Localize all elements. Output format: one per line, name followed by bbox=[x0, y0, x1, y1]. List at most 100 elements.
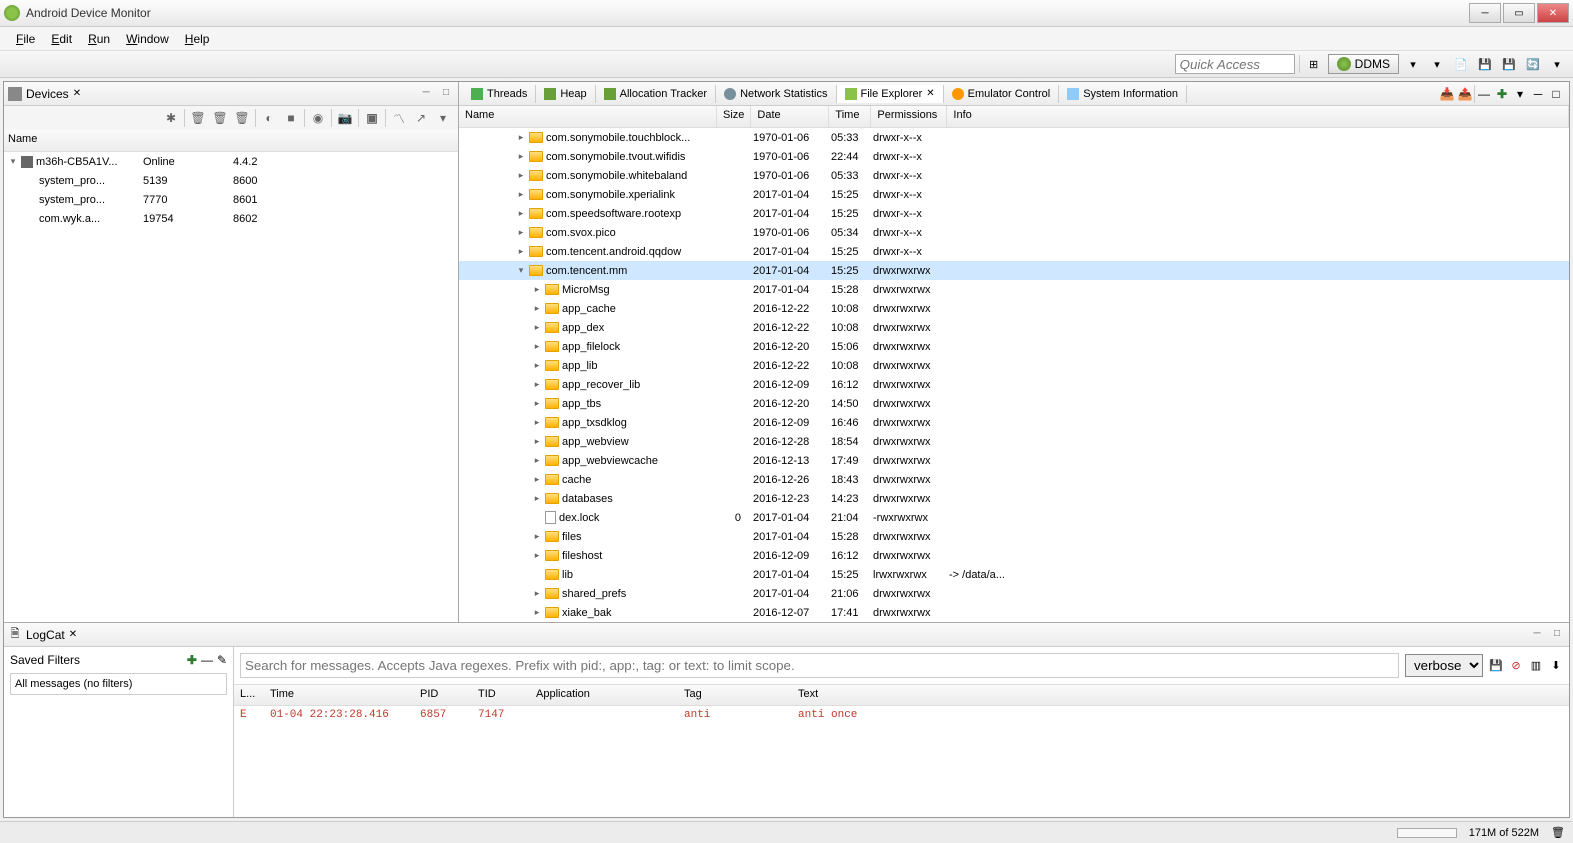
device-row[interactable]: system_pro...51398600 bbox=[4, 171, 458, 190]
verbose-select[interactable]: verbose bbox=[1405, 654, 1483, 677]
col-time[interactable]: Time bbox=[264, 685, 414, 705]
quick-access-input[interactable] bbox=[1175, 54, 1295, 74]
delete-icon[interactable]: — bbox=[1475, 85, 1493, 103]
toolbar-icon-3[interactable]: 📄 bbox=[1451, 54, 1471, 74]
gc-icon[interactable]: ◉ bbox=[309, 109, 327, 127]
tab-heap[interactable]: Heap bbox=[536, 85, 595, 103]
file-row[interactable]: ▸app_txsdklog2016-12-0916:46drwxrwxrwx bbox=[459, 413, 1569, 432]
file-row[interactable]: ▸app_dex2016-12-2210:08drwxrwxrwx bbox=[459, 318, 1569, 337]
minimize-icon[interactable]: ─ bbox=[1529, 85, 1547, 103]
logcat-search-input[interactable] bbox=[240, 653, 1399, 678]
device-row[interactable]: com.wyk.a...197548602 bbox=[4, 209, 458, 228]
col-c[interactable] bbox=[229, 130, 319, 151]
file-row[interactable]: dex.lock02017-01-0421:04-rwxrwxrwx bbox=[459, 508, 1569, 527]
tab-system-information[interactable]: System Information bbox=[1059, 85, 1187, 103]
file-row[interactable]: ▸app_cache2016-12-2210:08drwxrwxrwx bbox=[459, 299, 1569, 318]
col-tag[interactable]: Tag bbox=[678, 685, 792, 705]
remove-filter-icon[interactable]: — bbox=[201, 653, 213, 667]
log-row[interactable]: E01-04 22:23:28.41668577147antianti once bbox=[234, 706, 1569, 726]
file-row[interactable]: ▸app_filelock2016-12-2015:06drwxrwxrwx bbox=[459, 337, 1569, 356]
trace-icon[interactable]: ↗ bbox=[412, 109, 430, 127]
menu-file[interactable]: File bbox=[8, 30, 43, 48]
device-row[interactable]: ▾m36h-CB5A1V...Online4.4.2 bbox=[4, 152, 458, 171]
file-row[interactable]: ▸MicroMsg2017-01-0415:28drwxrwxrwx bbox=[459, 280, 1569, 299]
trash-icon[interactable]: 🗑 bbox=[1551, 826, 1565, 839]
file-row[interactable]: ▸com.speedsoftware.rootexp2017-01-0415:2… bbox=[459, 204, 1569, 223]
col-tid[interactable]: TID bbox=[472, 685, 530, 705]
col-app[interactable]: Application bbox=[530, 685, 678, 705]
toolbar-icon-1[interactable]: ▾ bbox=[1403, 54, 1423, 74]
file-row[interactable]: ▸com.sonymobile.tvout.wifidis1970-01-062… bbox=[459, 147, 1569, 166]
file-row[interactable]: ▸shared_prefs2017-01-0421:06drwxrwxrwx bbox=[459, 584, 1569, 603]
minimize-button[interactable]: ─ bbox=[1469, 3, 1501, 23]
file-row[interactable]: ▸com.sonymobile.whitebaland1970-01-0605:… bbox=[459, 166, 1569, 185]
file-row[interactable]: lib2017-01-0415:25lrwxrwxrwx-> /data/a..… bbox=[459, 565, 1569, 584]
scroll-lock-icon[interactable]: ⬇ bbox=[1549, 659, 1563, 673]
file-row[interactable]: ▸app_recover_lib2016-12-0916:12drwxrwxrw… bbox=[459, 375, 1569, 394]
minimize-logcat-icon[interactable]: ─ bbox=[1529, 628, 1545, 642]
devices-close-icon[interactable]: ✕ bbox=[73, 88, 81, 99]
toolbar-icon-5[interactable]: 💾 bbox=[1499, 54, 1519, 74]
debug-icon[interactable]: ✱ bbox=[162, 109, 180, 127]
file-row[interactable]: ▸app_webviewcache2016-12-1317:49drwxrwxr… bbox=[459, 451, 1569, 470]
file-row[interactable]: ▸fileshost2016-12-0916:12drwxrwxrwx bbox=[459, 546, 1569, 565]
col-date[interactable]: Date bbox=[751, 106, 829, 127]
menu-edit[interactable]: Edit bbox=[43, 30, 80, 48]
file-row[interactable]: ▸files2017-01-0415:28drwxrwxrwx bbox=[459, 527, 1569, 546]
menu-window[interactable]: Window bbox=[118, 30, 177, 48]
heap-icon[interactable]: 🗑 bbox=[189, 109, 207, 127]
col-pid[interactable]: PID bbox=[414, 685, 472, 705]
col-level[interactable]: L... bbox=[234, 685, 264, 705]
file-row[interactable]: ▸xiake_bak2016-12-0717:41drwxrwxrwx bbox=[459, 603, 1569, 622]
toolbar-icon-4[interactable]: 💾 bbox=[1475, 54, 1495, 74]
menu-icon[interactable]: ▾ bbox=[434, 109, 452, 127]
col-text[interactable]: Text bbox=[792, 685, 1569, 705]
col-name[interactable]: Name bbox=[459, 106, 717, 127]
file-row[interactable]: ▸app_lib2016-12-2210:08drwxrwxrwx bbox=[459, 356, 1569, 375]
col-info[interactable]: Info bbox=[947, 106, 1569, 127]
minimize-view-icon[interactable]: ─ bbox=[418, 87, 434, 101]
device-row[interactable]: system_pro...77708601 bbox=[4, 190, 458, 209]
col-size[interactable]: Size bbox=[717, 106, 751, 127]
push-file-icon[interactable]: 📤 bbox=[1456, 85, 1474, 103]
col-perm[interactable]: Permissions bbox=[871, 106, 947, 127]
file-row[interactable]: ▸app_tbs2016-12-2014:50drwxrwxrwx bbox=[459, 394, 1569, 413]
view-menu-icon[interactable]: ▾ bbox=[1511, 85, 1529, 103]
threads-icon[interactable]: 🗑 bbox=[233, 109, 251, 127]
close-button[interactable]: ✕ bbox=[1537, 3, 1569, 23]
new-folder-icon[interactable]: ✚ bbox=[1493, 85, 1511, 103]
col-name[interactable]: Name bbox=[4, 130, 139, 151]
toolbar-icon-6[interactable]: 🔄 bbox=[1523, 54, 1543, 74]
systrace-icon[interactable]: 〽 bbox=[390, 109, 408, 127]
col-b[interactable] bbox=[139, 130, 229, 151]
col-time[interactable]: Time bbox=[829, 106, 871, 127]
edit-filter-icon[interactable]: ✎ bbox=[217, 653, 227, 667]
maximize-icon[interactable]: □ bbox=[1547, 85, 1565, 103]
file-row[interactable]: ▸com.sonymobile.touchblock...1970-01-060… bbox=[459, 128, 1569, 147]
perspective-ddms[interactable]: DDMS bbox=[1328, 54, 1399, 74]
file-row[interactable]: ▸databases2016-12-2314:23drwxrwxrwx bbox=[459, 489, 1569, 508]
file-row[interactable]: ▾com.tencent.mm2017-01-0415:25drwxrwxrwx bbox=[459, 261, 1569, 280]
filter-item[interactable]: All messages (no filters) bbox=[10, 673, 227, 695]
tab-allocation-tracker[interactable]: Allocation Tracker bbox=[596, 85, 716, 103]
add-filter-icon[interactable]: ✚ bbox=[187, 653, 197, 667]
maximize-view-icon[interactable]: □ bbox=[438, 87, 454, 101]
display-filters-icon[interactable]: ▥ bbox=[1529, 659, 1543, 673]
file-row[interactable]: ▸com.sonymobile.xperialink2017-01-0415:2… bbox=[459, 185, 1569, 204]
file-row[interactable]: ▸app_webview2016-12-2818:54drwxrwxrwx bbox=[459, 432, 1569, 451]
capture-icon[interactable]: ▣ bbox=[363, 109, 381, 127]
save-log-icon[interactable]: 💾 bbox=[1489, 659, 1503, 673]
menu-run[interactable]: Run bbox=[80, 30, 118, 48]
maximize-button[interactable]: ▭ bbox=[1503, 3, 1535, 23]
menu-help[interactable]: Help bbox=[177, 30, 218, 48]
tab-file-explorer[interactable]: File Explorer ✕ bbox=[837, 85, 944, 103]
logcat-close-icon[interactable]: ✕ bbox=[69, 629, 77, 640]
pull-file-icon[interactable]: 📥 bbox=[1438, 85, 1456, 103]
stop-icon[interactable]: ■ bbox=[282, 109, 300, 127]
toolbar-icon-7[interactable]: ▾ bbox=[1547, 54, 1567, 74]
file-row[interactable]: ▸com.tencent.android.qqdow2017-01-0415:2… bbox=[459, 242, 1569, 261]
open-perspective-icon[interactable]: ⊞ bbox=[1304, 54, 1324, 74]
dump-icon[interactable]: 🗑 bbox=[211, 109, 229, 127]
maximize-logcat-icon[interactable]: □ bbox=[1549, 628, 1565, 642]
file-row[interactable]: ▸com.svox.pico1970-01-0605:34drwxr-x--x bbox=[459, 223, 1569, 242]
